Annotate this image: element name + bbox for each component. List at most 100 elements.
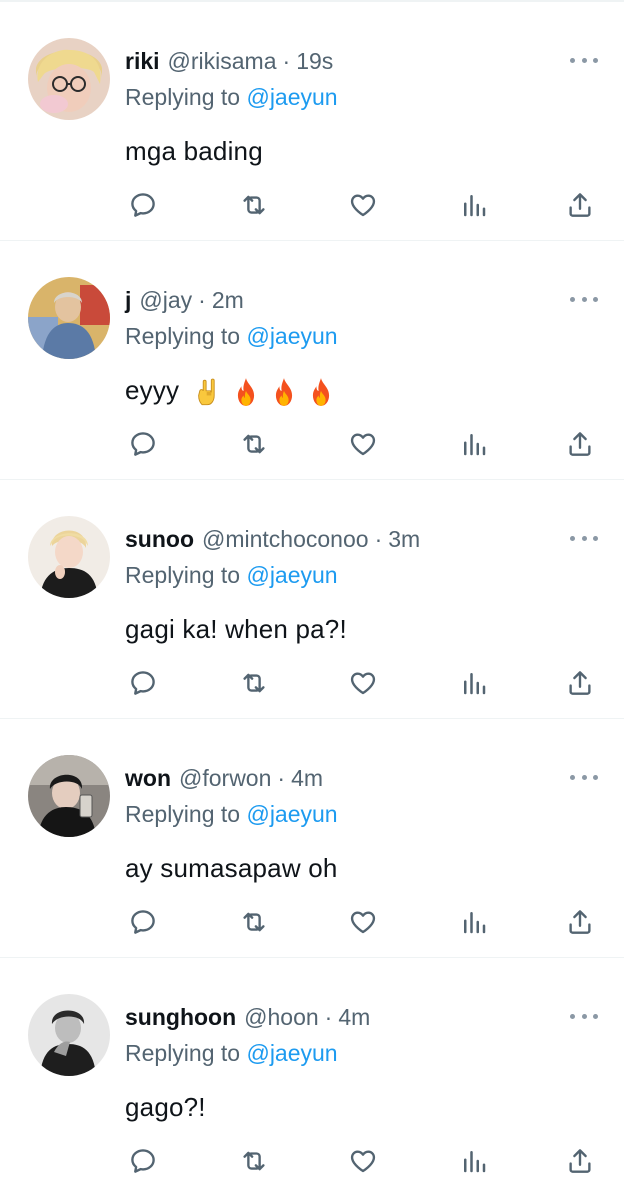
user-handle[interactable]: @mintchoconoo [202,526,369,553]
more-icon[interactable] [570,50,598,70]
more-icon[interactable] [570,1006,598,1026]
mention-link[interactable]: @jaeyun [246,323,337,349]
mention-link[interactable]: @jaeyun [246,801,337,827]
replying-to: Replying to @jaeyun [125,84,338,111]
retweet-icon [243,1151,265,1171]
user-handle[interactable]: @jay [139,287,192,314]
reply-text: eyyy [125,375,180,405]
replying-prefix: Replying to [125,1040,247,1066]
reply-header: sunghoon @hoon · 4m [125,1002,370,1032]
action-bar [0,1144,624,1178]
views-button[interactable] [457,1144,491,1178]
views-button[interactable] [457,666,491,700]
replying-prefix: Replying to [125,562,247,588]
views-icon [464,673,486,695]
reply-text: gago?! [125,1092,206,1122]
display-name[interactable]: riki [125,48,160,75]
separator: · [277,764,286,791]
avatar[interactable] [28,994,110,1076]
timestamp[interactable]: 2m [212,287,244,314]
separator: · [198,286,206,313]
reply-icon [131,193,155,217]
separator: · [282,47,291,74]
timestamp[interactable]: 19s [296,48,333,75]
display-name[interactable]: sunoo [125,526,194,553]
user-handle[interactable]: @forwon [179,765,271,792]
like-icon [350,911,376,934]
user-handle[interactable]: @rikisama [168,48,277,75]
reply-icon [131,910,155,934]
replying-to: Replying to @jaeyun [125,323,338,350]
display-name[interactable]: sunghoon [125,1004,236,1031]
fire-emoji [312,378,330,406]
retweet-button[interactable] [237,1144,271,1178]
reply-button[interactable] [126,1144,160,1178]
reply-item[interactable]: won @forwon · 4m Replying to @jaeyun ay … [0,719,624,958]
like-button[interactable] [346,905,380,939]
display-name[interactable]: j [125,287,131,314]
timestamp[interactable]: 4m [291,765,323,792]
share-button[interactable] [563,427,597,461]
reply-button[interactable] [126,905,160,939]
retweet-button[interactable] [237,427,271,461]
separator: · [324,1003,333,1030]
like-button[interactable] [346,666,380,700]
mention-link[interactable]: @jaeyun [246,1040,337,1066]
mention-link[interactable]: @jaeyun [246,84,337,110]
fire-emoji [275,378,292,406]
mention-link[interactable]: @jaeyun [246,562,337,588]
reply-item[interactable]: sunghoon @hoon · 4m Replying to @jaeyun … [0,958,624,1197]
like-icon [350,672,376,695]
replying-prefix: Replying to [125,323,247,349]
fire-emoji [238,378,255,406]
reply-item[interactable]: riki @rikisama · 19s Replying to @jaeyun… [0,2,624,241]
reply-text: gagi ka! when pa?! [125,614,347,644]
reply-button[interactable] [126,666,160,700]
replying-prefix: Replying to [125,801,247,827]
action-bar [0,427,624,461]
retweet-icon [243,195,265,215]
reply-icon [131,1149,155,1173]
share-button[interactable] [563,666,597,700]
user-handle[interactable]: @hoon [244,1004,319,1031]
reply-header: j @jay · 2m [125,285,244,315]
timestamp[interactable]: 4m [338,1004,370,1031]
replying-prefix: Replying to [125,84,247,110]
reply-item[interactable]: j @jay · 2m Replying to @jaeyun eyyy [0,241,624,480]
views-button[interactable] [457,188,491,222]
share-button[interactable] [563,1144,597,1178]
retweet-icon [243,912,265,932]
like-icon [350,1150,376,1173]
views-icon [464,912,486,934]
like-button[interactable] [346,188,380,222]
more-icon[interactable] [570,767,598,787]
avatar[interactable] [28,38,110,120]
avatar[interactable] [28,516,110,598]
retweet-button[interactable] [237,188,271,222]
reply-header: sunoo @mintchoconoo · 3m [125,524,420,554]
replying-to: Replying to @jaeyun [125,1040,338,1067]
retweet-button[interactable] [237,666,271,700]
share-icon [569,193,591,217]
reply-button[interactable] [126,188,160,222]
timestamp[interactable]: 3m [388,526,420,553]
more-icon[interactable] [570,289,598,309]
like-button[interactable] [346,1144,380,1178]
avatar[interactable] [28,277,110,359]
reply-icon [131,671,155,695]
reply-text-row: eyyy [125,375,335,407]
views-button[interactable] [457,905,491,939]
like-button[interactable] [346,427,380,461]
reply-button[interactable] [126,427,160,461]
more-icon[interactable] [570,528,598,548]
share-button[interactable] [563,905,597,939]
reply-text: ay sumasapaw oh [125,853,338,883]
share-button[interactable] [563,188,597,222]
avatar[interactable] [28,755,110,837]
display-name[interactable]: won [125,765,171,792]
reply-item[interactable]: sunoo @mintchoconoo · 3m Replying to @ja… [0,480,624,719]
views-button[interactable] [457,427,491,461]
like-icon [350,194,376,217]
share-icon [569,432,591,456]
retweet-button[interactable] [237,905,271,939]
